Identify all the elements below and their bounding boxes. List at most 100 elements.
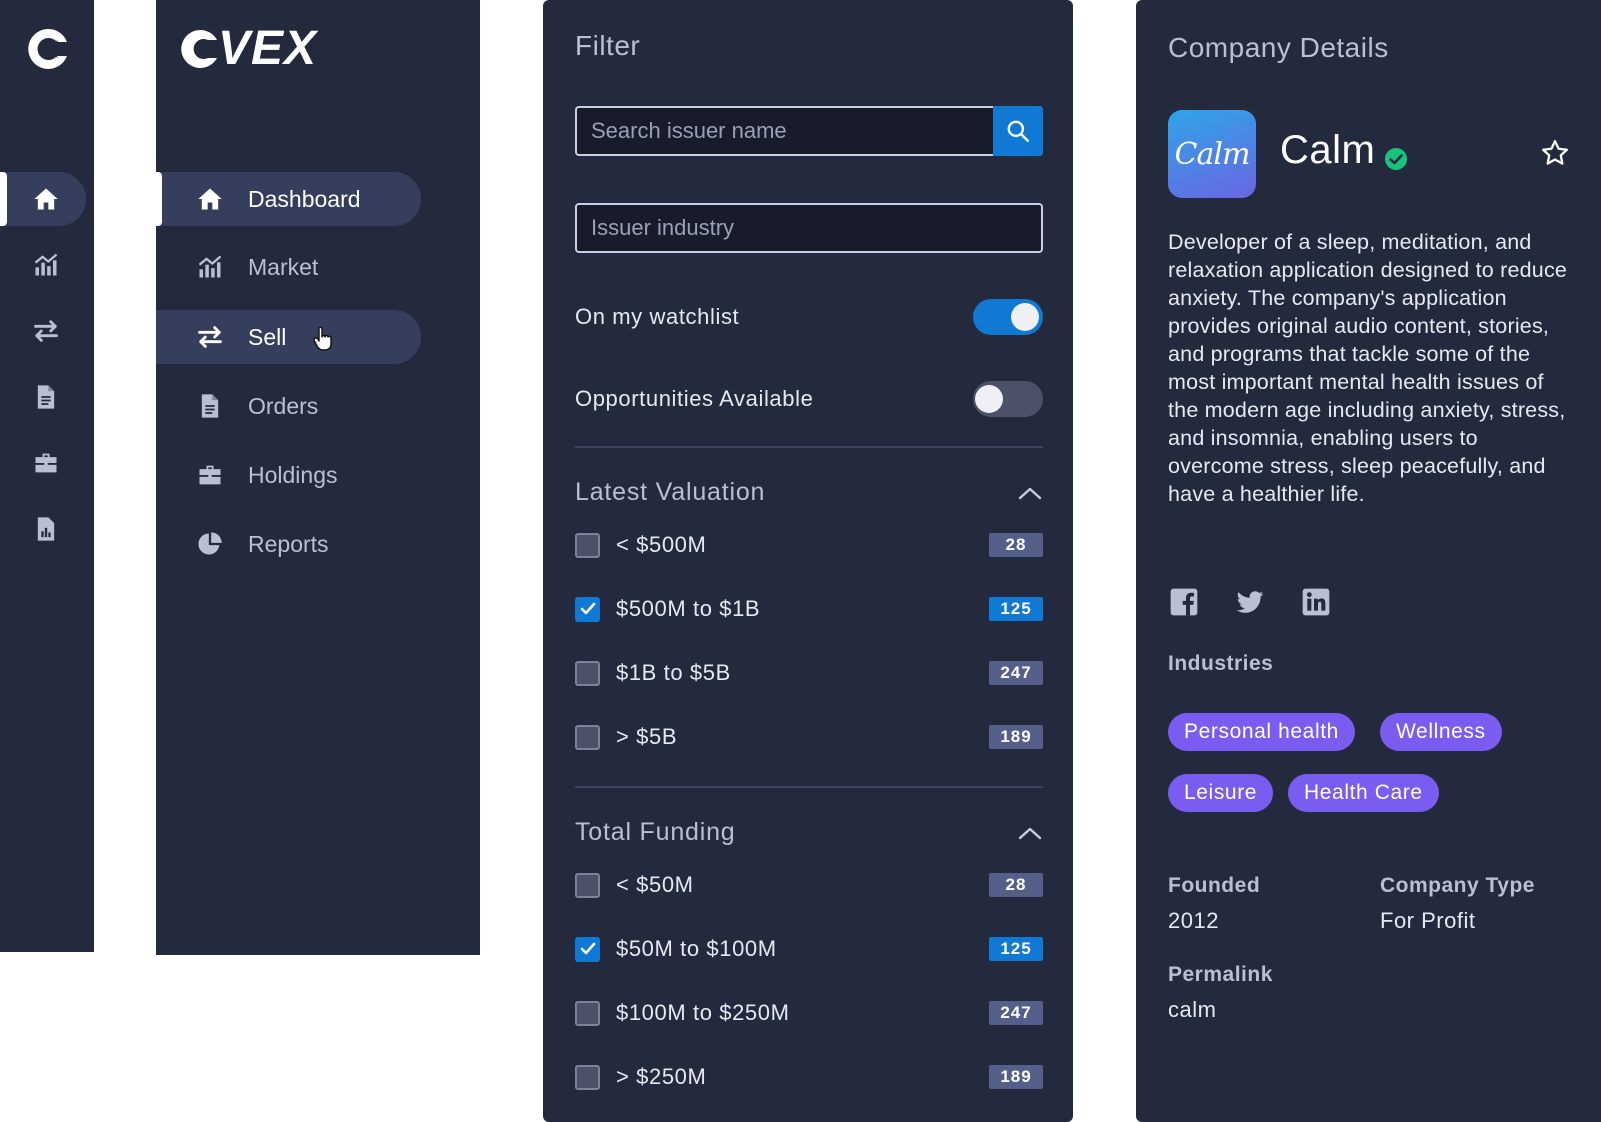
count-badge: 189 xyxy=(989,725,1043,749)
checkbox-checked[interactable] xyxy=(575,596,600,622)
company-type-label: Company Type xyxy=(1380,874,1535,897)
report-icon xyxy=(37,517,55,541)
funding-section-header[interactable]: Total Funding xyxy=(575,818,1043,847)
rail-item-market[interactable] xyxy=(0,238,86,292)
rail-item-sell[interactable] xyxy=(0,304,86,358)
home-icon xyxy=(34,188,58,210)
permalink-label: Permalink xyxy=(1168,963,1273,986)
company-logo: Calm xyxy=(1168,110,1256,198)
industry-chip[interactable]: Wellness xyxy=(1380,713,1502,751)
rail-item-orders[interactable] xyxy=(0,370,86,424)
option-label: $500M to $1B xyxy=(616,596,761,621)
watchlist-label: On my watchlist xyxy=(575,304,740,329)
opportunities-row: Opportunities Available xyxy=(575,381,1043,417)
rail-item-holdings[interactable] xyxy=(0,436,86,490)
option-label: > $5B xyxy=(616,724,678,749)
watchlist-row: On my watchlist xyxy=(575,299,1043,335)
count-badge: 28 xyxy=(989,873,1043,897)
check-icon xyxy=(580,602,595,615)
issuer-industry-field xyxy=(575,203,1043,253)
valuation-section-header[interactable]: Latest Valuation xyxy=(575,478,1043,507)
count-badge: 189 xyxy=(989,1065,1043,1089)
verified-check-icon xyxy=(1385,148,1407,170)
industry-chip[interactable]: Personal health xyxy=(1168,713,1355,751)
company-type-value: For Profit xyxy=(1380,908,1476,933)
company-details-panel: Company Details Calm Calm Developer of a… xyxy=(1136,0,1601,1122)
issuer-search xyxy=(575,106,1043,156)
checkbox[interactable] xyxy=(575,1000,600,1026)
count-badge: 247 xyxy=(989,1001,1043,1025)
star-icon[interactable] xyxy=(1540,138,1570,168)
nav-item-orders[interactable]: Orders xyxy=(156,379,421,433)
issuer-industry-input[interactable] xyxy=(577,205,1041,251)
nav-item-market[interactable]: Market xyxy=(156,240,421,294)
nav-label: Orders xyxy=(248,392,319,419)
company-name: Calm xyxy=(1280,128,1376,172)
toggle-knob xyxy=(1011,303,1039,331)
divider xyxy=(575,446,1043,448)
filter-panel: Filter On my watchlist Opportunities Ava… xyxy=(543,0,1073,1122)
nav-item-sell[interactable]: Sell xyxy=(156,310,421,364)
nav-item-reports[interactable]: Reports xyxy=(156,517,421,571)
valuation-option[interactable]: $500M to $1B 125 xyxy=(575,594,1043,624)
company-details-title: Company Details xyxy=(1168,32,1389,63)
option-label: < $500M xyxy=(616,532,707,557)
expanded-sidebar: VEX Dashboard Market Sell Orders Holding… xyxy=(156,0,480,955)
cvex-logo-icon[interactable] xyxy=(24,26,70,72)
facebook-icon[interactable] xyxy=(1168,586,1200,618)
option-label: $1B to $5B xyxy=(616,660,731,685)
rail-item-reports[interactable] xyxy=(0,502,86,556)
twitter-icon[interactable] xyxy=(1234,586,1266,618)
nav-label: Market xyxy=(248,253,319,280)
valuation-option[interactable]: < $500M 28 xyxy=(575,530,1043,560)
chevron-up-icon[interactable] xyxy=(1017,485,1043,501)
nav-label: Sell xyxy=(248,323,287,350)
checkbox[interactable] xyxy=(575,660,600,686)
cvex-logo-icon xyxy=(181,29,217,68)
issuer-search-input[interactable] xyxy=(577,108,993,154)
nav-label: Dashboard xyxy=(248,185,361,212)
brand-wordmark: VEX xyxy=(218,22,318,75)
checkbox-checked[interactable] xyxy=(575,936,600,962)
valuation-title: Latest Valuation xyxy=(575,478,766,506)
watchlist-toggle[interactable] xyxy=(973,299,1043,335)
option-label: < $50M xyxy=(616,872,694,897)
valuation-option[interactable]: > $5B 189 xyxy=(575,722,1043,752)
checkbox[interactable] xyxy=(575,1064,600,1090)
briefcase-icon xyxy=(35,453,57,473)
nav-item-dashboard[interactable]: Dashboard xyxy=(156,172,421,226)
option-label: $100M to $250M xyxy=(616,1000,790,1025)
pie-icon xyxy=(198,532,222,555)
funding-option[interactable]: $50M to $100M 125 xyxy=(575,934,1043,964)
permalink-value[interactable]: calm xyxy=(1168,997,1216,1023)
nav-item-holdings[interactable]: Holdings xyxy=(156,448,421,502)
valuation-option[interactable]: $1B to $5B 247 xyxy=(575,658,1043,688)
count-badge: 125 xyxy=(989,597,1043,621)
count-badge: 247 xyxy=(989,661,1043,685)
search-button[interactable] xyxy=(993,106,1043,156)
funding-option[interactable]: < $50M 28 xyxy=(575,870,1043,900)
checkbox[interactable] xyxy=(575,872,600,898)
checkbox[interactable] xyxy=(575,532,600,558)
chart-icon xyxy=(198,255,222,278)
industry-chip[interactable]: Leisure xyxy=(1168,774,1274,812)
chevron-up-icon[interactable] xyxy=(1017,825,1043,841)
count-badge: 125 xyxy=(989,937,1043,961)
chart-icon xyxy=(34,253,58,276)
briefcase-icon xyxy=(199,465,221,485)
brand-logo[interactable]: VEX xyxy=(180,22,318,75)
company-description: Developer of a sleep, meditation, and re… xyxy=(1168,230,1568,506)
checkbox[interactable] xyxy=(575,724,600,750)
document-icon xyxy=(37,385,55,409)
nav-label: Reports xyxy=(248,530,329,557)
nav-label: Holdings xyxy=(248,461,338,488)
swap-icon xyxy=(34,320,58,342)
search-icon xyxy=(1007,120,1030,143)
rail-item-dashboard[interactable] xyxy=(0,172,86,226)
swap-icon xyxy=(198,326,222,348)
opportunities-toggle[interactable] xyxy=(973,381,1043,417)
funding-option[interactable]: > $250M 189 xyxy=(575,1062,1043,1092)
industry-chip[interactable]: Health Care xyxy=(1288,774,1439,812)
linkedin-icon[interactable] xyxy=(1300,586,1332,618)
funding-option[interactable]: $100M to $250M 247 xyxy=(575,998,1043,1028)
